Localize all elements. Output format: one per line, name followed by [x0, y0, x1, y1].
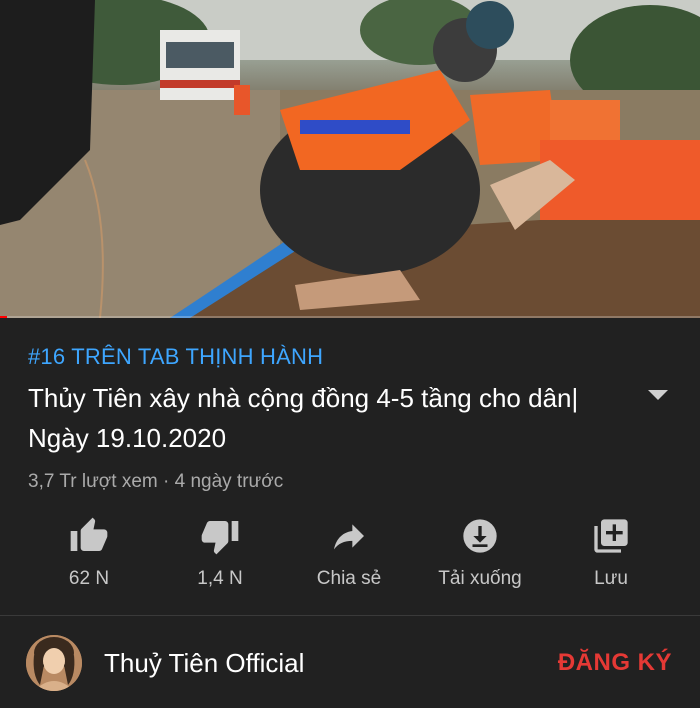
view-stats: 3,7 Tr lượt xem · 4 ngày trước: [28, 471, 283, 493]
thumbs-down-icon: [201, 521, 239, 555]
expand-description-icon[interactable]: [648, 390, 668, 400]
subscribe-button[interactable]: ĐĂNG KÝ: [558, 649, 672, 677]
dislike-count: 1,4 N: [197, 568, 243, 589]
avatar-portrait-image: [26, 635, 82, 691]
channel-avatar[interactable]: [26, 635, 82, 691]
video-progress-fill: [0, 316, 7, 318]
dislike-button[interactable]: 1,4 N: [155, 516, 285, 590]
view-count: 3,7 Tr lượt xem: [28, 471, 158, 492]
save-button[interactable]: Lưu: [546, 516, 676, 590]
trending-tag-link[interactable]: #16 TRÊN TAB THỊNH HÀNH: [28, 344, 323, 370]
video-player[interactable]: [0, 0, 700, 318]
like-button[interactable]: 62 N: [24, 516, 154, 590]
download-icon: [463, 519, 497, 553]
like-count: 62 N: [68, 568, 110, 589]
video-title[interactable]: Thủy Tiên xây nhà cộng đồng 4-5 tầng cho…: [28, 378, 628, 458]
share-button[interactable]: Chia sẻ: [284, 516, 414, 590]
thumbs-up-icon: [70, 517, 108, 551]
share-label: Chia sẻ: [316, 568, 382, 589]
download-label: Tải xuống: [438, 568, 522, 589]
upload-age: 4 ngày trước: [174, 471, 284, 492]
stats-separator: ·: [157, 471, 175, 492]
video-progress-bar[interactable]: [0, 316, 700, 318]
save-label: Lưu: [594, 568, 628, 589]
channel-name[interactable]: Thuỷ Tiên Official: [104, 648, 304, 679]
share-icon: [334, 524, 364, 550]
download-button[interactable]: Tải xuống: [415, 516, 545, 590]
channel-row: Thuỷ Tiên Official ĐĂNG KÝ: [0, 616, 700, 708]
video-frame-image: [0, 0, 700, 318]
action-bar: 62 N 1,4 N Chia sẻ Tải xuống Lưu: [0, 516, 700, 596]
save-to-playlist-icon: [594, 519, 628, 553]
